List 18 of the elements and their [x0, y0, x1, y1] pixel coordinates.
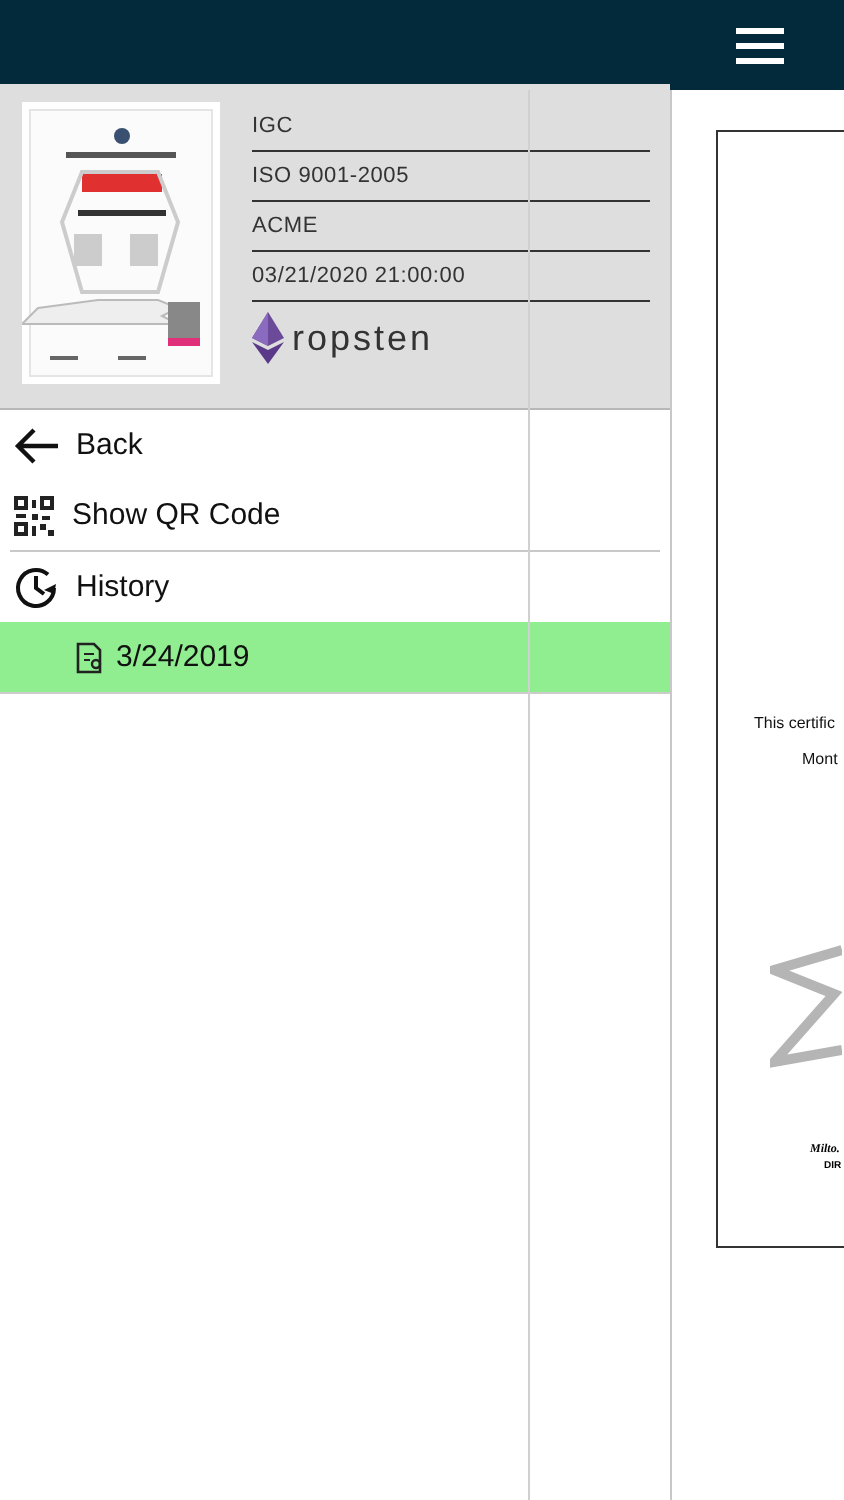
document-text: Mont	[802, 750, 838, 768]
date-record-row[interactable]: 3/24/2019	[0, 622, 670, 694]
network-name: ropsten	[292, 317, 434, 359]
logo-drawing	[770, 942, 842, 1070]
document-icon	[76, 641, 104, 673]
menu-item[interactable]: Show QR Code	[0, 480, 670, 550]
document-text: This certific	[754, 714, 835, 732]
certificate-field: ACME	[252, 202, 650, 252]
menu-item[interactable]: History	[0, 552, 670, 622]
ethereum-icon	[252, 312, 284, 364]
certificate-field: 03/21/2020 21:00:00	[252, 252, 650, 302]
menu-item[interactable]: Back	[0, 410, 670, 480]
qr-code-icon	[12, 493, 56, 537]
menu-icon[interactable]	[736, 25, 784, 65]
certificate-field: ISO 9001-2005	[252, 152, 650, 202]
clock-icon	[12, 563, 60, 611]
certificate-field: IGC	[252, 102, 650, 152]
back-arrow-icon	[12, 425, 60, 465]
